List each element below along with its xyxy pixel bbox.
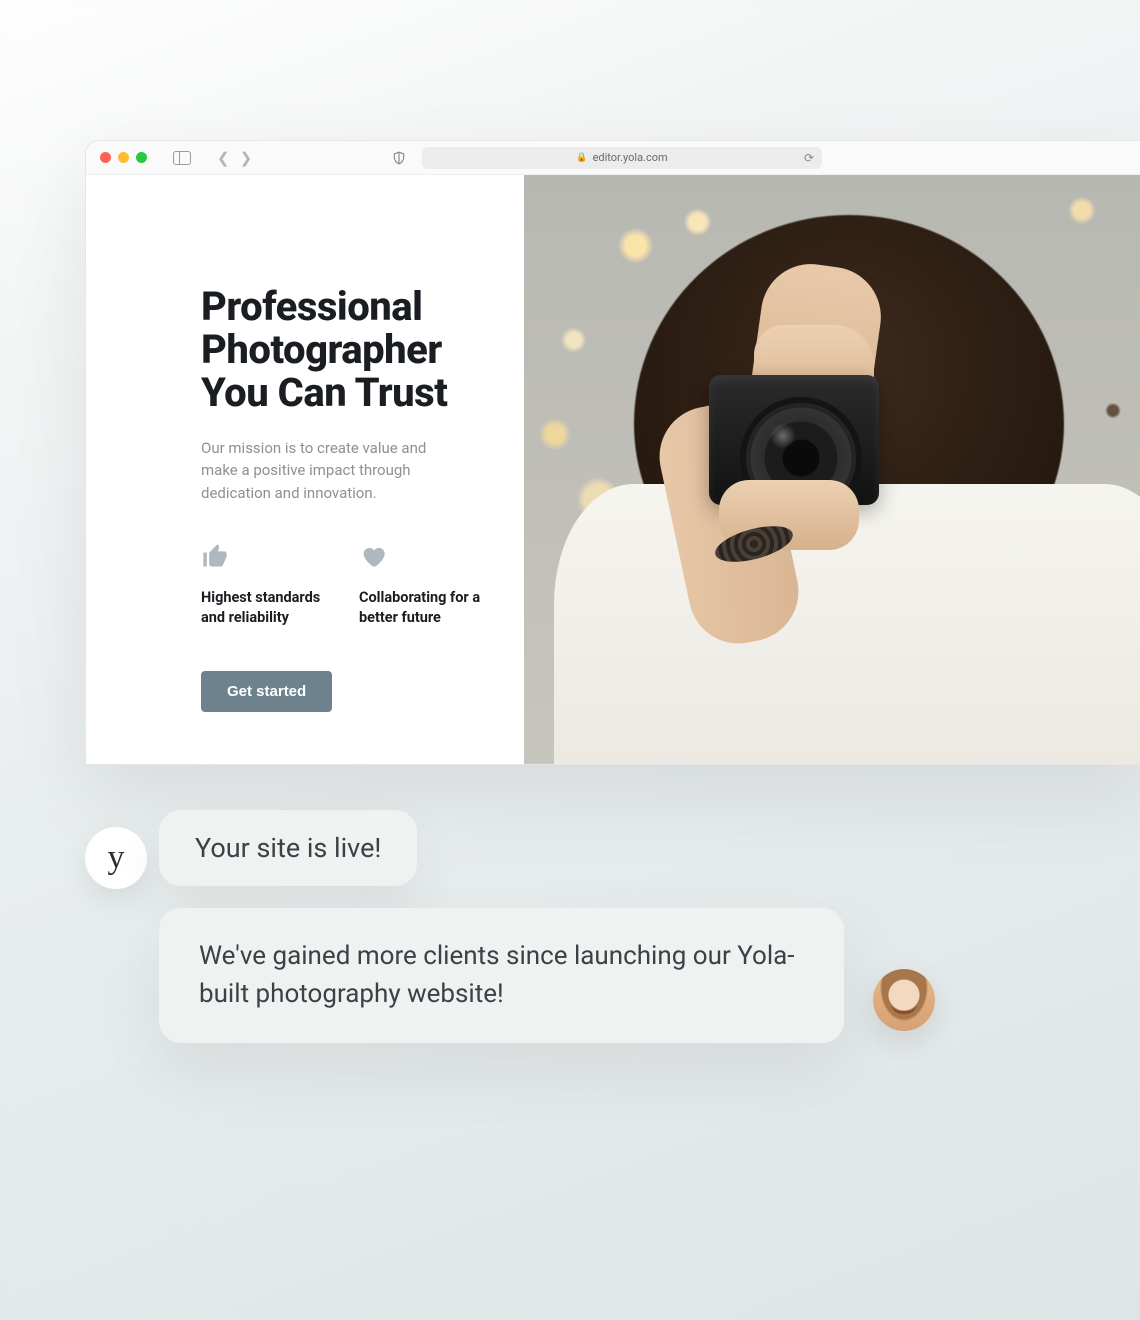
- brand-avatar: y: [85, 827, 147, 889]
- reload-icon[interactable]: ⟳: [804, 151, 814, 165]
- back-button[interactable]: ❮: [217, 149, 230, 167]
- hero-title-line: You Can Trust: [201, 369, 447, 416]
- browser-window: ❮ ❯ 🔒 editor.yola.com ⟳ Professional Pho…: [85, 140, 1140, 765]
- hero-left: Professional Photographer You Can Trust …: [86, 175, 524, 764]
- page-content: Professional Photographer You Can Trust …: [86, 175, 1140, 764]
- feature-item: Collaborating for a better future: [359, 542, 489, 627]
- heart-icon: [359, 542, 489, 570]
- chat-message: We've gained more clients since launchin…: [199, 938, 804, 1013]
- address-bar[interactable]: 🔒 editor.yola.com ⟳: [422, 147, 822, 169]
- maximize-icon[interactable]: [136, 152, 147, 163]
- feature-item: Highest standards and reliability: [201, 542, 331, 627]
- hero-title: Professional Photographer You Can Trust: [201, 285, 494, 415]
- browser-toolbar: ❮ ❯ 🔒 editor.yola.com ⟳: [86, 141, 1140, 175]
- chat-bubble: Your site is live!: [159, 810, 417, 886]
- user-avatar: [873, 969, 935, 1031]
- forward-button[interactable]: ❯: [240, 149, 253, 167]
- lock-icon: 🔒: [576, 153, 587, 163]
- close-icon[interactable]: [100, 152, 111, 163]
- hero-image: [524, 175, 1140, 764]
- privacy-shield-icon[interactable]: [392, 151, 406, 165]
- feature-label: Collaborating for a better future: [359, 588, 489, 627]
- get-started-button[interactable]: Get started: [201, 671, 332, 712]
- url-text: editor.yola.com: [593, 151, 668, 164]
- feature-label: Highest standards and reliability: [201, 588, 331, 627]
- feature-row: Highest standards and reliability Collab…: [201, 542, 494, 627]
- window-controls: [100, 152, 147, 163]
- chat-bubble: We've gained more clients since launchin…: [159, 908, 844, 1043]
- sidebar-toggle-icon[interactable]: [173, 151, 191, 165]
- hero-title-line: Professional: [201, 283, 422, 330]
- hero-subtitle: Our mission is to create value and make …: [201, 437, 461, 505]
- minimize-icon[interactable]: [118, 152, 129, 163]
- thumbs-up-icon: [201, 542, 331, 570]
- hero-title-line: Photographer: [201, 326, 442, 373]
- chat-message: Your site is live!: [195, 832, 381, 864]
- photographer-illustration: [524, 175, 1140, 764]
- nav-arrows: ❮ ❯: [217, 149, 252, 167]
